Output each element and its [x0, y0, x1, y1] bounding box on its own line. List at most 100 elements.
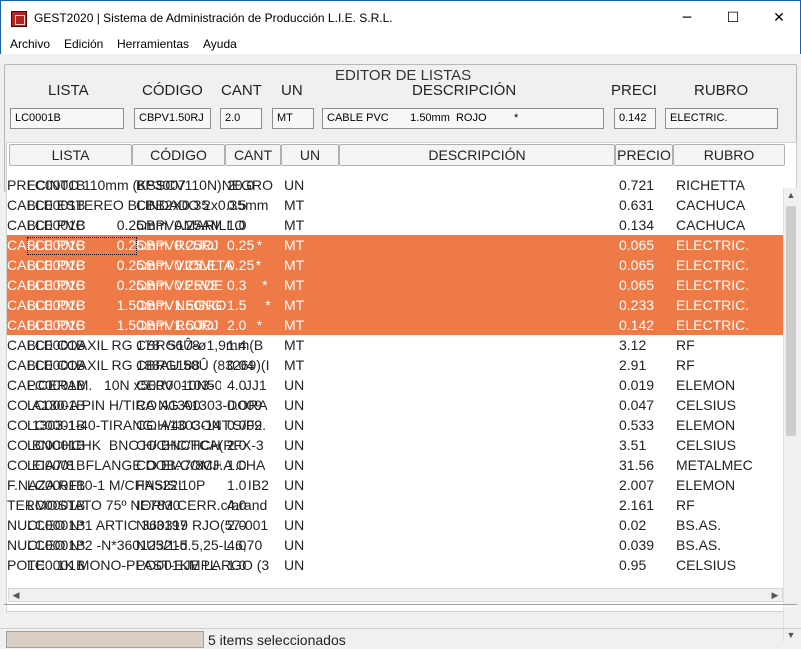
label-un: UN: [281, 82, 303, 99]
menu-archivo[interactable]: Archivo: [10, 37, 50, 51]
maximize-button[interactable]: ☐: [710, 1, 756, 35]
table-row[interactable]: LC0001B CBB2X0.35 0.5 MT CABLE ESTEREO BLIND…: [7, 195, 784, 215]
window-title: GEST2020 | Sistema de Administración de …: [34, 11, 393, 25]
cant-field[interactable]: 2.0: [220, 108, 262, 129]
title-bar: GEST2020 | Sistema de Administración de …: [0, 0, 801, 34]
items-grid[interactable]: LISTA CÓDIGO CANT UN DESCRIPCIÓN PRECIO …: [6, 142, 797, 612]
table-row[interactable]: LC0001B CBPV0.25VL 0.25 MT CABLE PVC 0.25mm …: [7, 255, 784, 275]
minimize-button[interactable]: ─: [664, 1, 710, 35]
close-button[interactable]: ✕: [756, 1, 801, 35]
table-row[interactable]: LC0001B CBRG188 0.04 MT CABLE COAXIL RG 188A…: [7, 355, 784, 375]
table-row[interactable]: LC0001B CBPV0.25VE 0.3 MT CABLE PVC 0.25mm V…: [7, 275, 784, 295]
cell-precio: 0.134: [619, 217, 655, 233]
precio-field[interactable]: 0.142: [614, 108, 656, 129]
table-row[interactable]: LC0001B CO BNCHCHK 2.0 UN CO.BNCHCHK BNC H/C…: [7, 435, 784, 455]
column-header-rubro[interactable]: RUBRO: [673, 144, 785, 166]
main-client-area: EDITOR DE LISTAS LISTA CÓDIGO CANT UN DE…: [0, 54, 801, 649]
column-header-precio[interactable]: PRECIO: [615, 144, 673, 166]
codigo-field[interactable]: CBPV1.50RJ: [134, 108, 211, 129]
cell-un: UN: [284, 557, 305, 573]
menu-herramientas[interactable]: Herramientas: [117, 37, 189, 51]
cell-precio: 0.047: [619, 397, 655, 413]
cell-un: UN: [284, 457, 305, 473]
table-row[interactable]: LC0001B IE7830 4.0 UN TERMOSTATO 75º NORM.CE…: [7, 495, 784, 515]
cell-rubro: CACHUCA: [676, 217, 746, 233]
cell-precio: 2.007: [619, 477, 655, 493]
cell-descripcion: CABLE PVC 1.50mm ROJO *: [7, 317, 263, 333]
cell-descripcion: CABLE PVC 0.25mm VIOLETA *: [7, 257, 262, 273]
cell-un: UN: [284, 437, 305, 453]
table-row[interactable]: LC0001B CBPV0.25RJ 0.25 MT CABLE PVC 0.25mm …: [7, 235, 784, 255]
cell-descripcion: CABLE ESTEREO BLINDADO 2x0.35mm: [7, 197, 269, 213]
cell-descripcion: CO.1303-1-40-TIRANG.H/40 CONT.S/F2.: [7, 417, 267, 433]
cell-rubro: CELSIUS: [676, 437, 736, 453]
table-row[interactable]: LC0001B NU3197 2.0 UN NUCLEO N*1 ARTIC 36031…: [7, 515, 784, 535]
cell-precio: 0.065: [619, 277, 655, 293]
table-row[interactable]: LC0001B BP3007 20.0 UN PRECINTO 110mm (KSSCV…: [7, 175, 784, 195]
table-row[interactable]: LC0001B CO EIA7/8CH 1.0 UN CO.EIA7/8 FLANGE …: [7, 455, 784, 475]
label-rubro: RUBRO: [694, 82, 749, 99]
cell-descripcion: CABLE PVC 0.25mm VERDE *: [7, 277, 268, 293]
cell-descripcion: NUCLEO N*2 -N*360125/1-d.5,25-L.6,70: [7, 537, 263, 553]
un-field[interactable]: MT: [272, 108, 314, 129]
table-row[interactable]: LC0001B CBPV1.50NG 1.5 MT CABLE PVC 1.50mm N…: [7, 295, 784, 315]
table-row[interactable]: LC0001B CBRG178 1.4 MT CABLE COAXIL RG 178 5…: [7, 335, 784, 355]
cell-descripcion: CABLE PVC 0.25mm AMARILLO: [7, 217, 246, 233]
table-row[interactable]: LC0001B CER0010N50 4.0 UN CAP.CERAM. 10N x50…: [7, 375, 784, 395]
cell-precio: 0.533: [619, 417, 655, 433]
lista-field[interactable]: LC0001B: [10, 108, 124, 129]
menu-ayuda[interactable]: Ayuda: [203, 37, 237, 51]
table-row[interactable]: LC0001B CBPV1.50RJ 2.0 MT CABLE PVC 1.50mm R…: [7, 315, 784, 335]
horizontal-scrollbar[interactable]: ◀ ▶: [8, 588, 783, 602]
cell-un: MT: [284, 357, 305, 373]
cell-un: UN: [284, 477, 305, 493]
column-header-un[interactable]: UN: [281, 144, 339, 166]
cell-rubro: ELEMON: [676, 377, 736, 393]
cell-rubro: BS.AS.: [676, 537, 722, 553]
cell-precio: 2.161: [619, 497, 655, 513]
cell-descripcion: CO.A130-A PIN H/TIRA NG A1303-DORA: [7, 397, 268, 413]
cell-precio: 0.721: [619, 177, 655, 193]
label-descripcion: DESCRIPCIÓN: [412, 82, 517, 99]
cell-un: UN: [284, 517, 305, 533]
cell-rubro: RF: [676, 357, 695, 373]
table-row[interactable]: LC0001B CBPV0.25AM 1.0 MT CABLE PVC 0.25mm A…: [7, 215, 784, 235]
scroll-thumb[interactable]: [786, 206, 796, 436]
descripcion-field[interactable]: CABLE PVC 1.50mm ROJO *: [322, 108, 604, 129]
cell-rubro: METALMEC: [676, 457, 753, 473]
cell-rubro: ELEMON: [676, 417, 736, 433]
table-row[interactable]: LC0001B PO001KMPL 1.0 UN POTE 1K MONO-PLAST-…: [7, 555, 784, 575]
cell-un: MT: [284, 237, 305, 253]
cell-precio: 0.142: [619, 317, 655, 333]
cell-precio: 0.019: [619, 377, 655, 393]
cell-rubro: ELEMON: [676, 477, 736, 493]
column-header-codigo[interactable]: CÓDIGO: [132, 144, 225, 166]
table-row[interactable]: LC0001B NU3215 4.0 UN NUCLEO N*2 -N*360125/1…: [7, 535, 784, 555]
cell-rubro: ELECTRIC.: [676, 317, 750, 333]
vertical-scrollbar[interactable]: ▲ ▼: [783, 188, 797, 642]
column-header-cant[interactable]: CANT: [225, 144, 281, 166]
cell-un: MT: [284, 317, 305, 333]
cell-descripcion: CABLE PVC 1.50mm NEGRO *: [7, 297, 271, 313]
scroll-left-icon[interactable]: ◀: [9, 589, 23, 601]
scroll-right-icon[interactable]: ▶: [768, 589, 782, 601]
column-header-descripcion[interactable]: DESCRIPCIÓN: [339, 144, 615, 166]
cell-rubro: ELECTRIC.: [676, 297, 750, 313]
rubro-field[interactable]: ELECTRIC.: [665, 108, 778, 129]
cell-descripcion: CABLE COAXIL RG 178 56Û-ø1,9mm(B: [7, 337, 264, 353]
cell-un: MT: [284, 337, 305, 353]
table-row[interactable]: LC0001B CO A1303-140 0.009 UN CO.1303-1-40-T…: [7, 415, 784, 435]
cell-descripcion: PRECINTO 110mm (KSSCV110N)NEGRO: [7, 177, 274, 193]
table-row[interactable]: LC0001B CO A1300 0.009 UN CO.A130-A PIN H/TI…: [7, 395, 784, 415]
scroll-up-icon[interactable]: ▲: [784, 188, 798, 202]
cell-rubro: CACHUCA: [676, 197, 746, 213]
divider: [4, 604, 797, 607]
table-row[interactable]: LC0001B FN522L 1.0 UN F.NAZA RF10-1 M/CHASIS…: [7, 475, 784, 495]
cell-descripcion: NUCLEO N*1 ARTIC 360319 RJO(57-001: [7, 517, 269, 533]
cell-rubro: RF: [676, 337, 695, 353]
menu-edicion[interactable]: Edición: [64, 37, 103, 51]
cell-precio: 0.631: [619, 197, 655, 213]
column-header-lista[interactable]: LISTA: [9, 144, 132, 166]
cell-rubro: ELECTRIC.: [676, 277, 750, 293]
status-bar: 5 items seleccionados: [0, 628, 801, 649]
